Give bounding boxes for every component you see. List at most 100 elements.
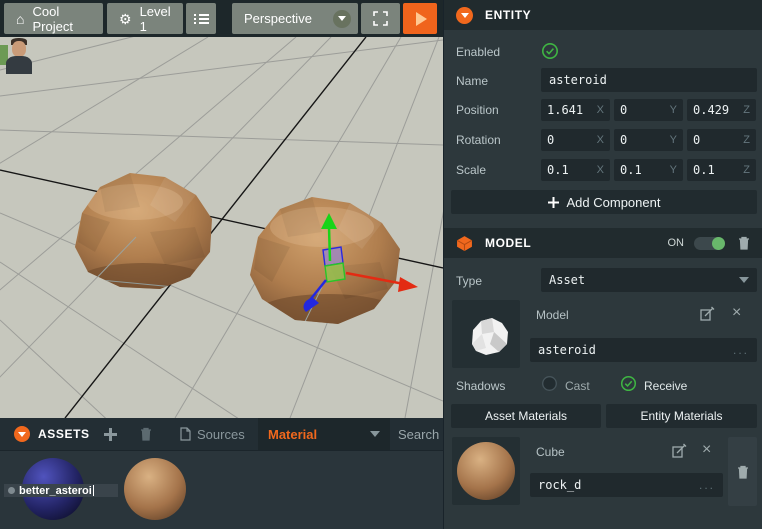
assets-panel-title: ASSETS — [38, 427, 90, 441]
rotation-x-input[interactable]: 0X — [541, 129, 610, 151]
axis-z-label: Z — [743, 164, 750, 176]
position-label: Position — [456, 103, 499, 117]
model-slot-label: Model — [536, 308, 569, 322]
play-icon — [416, 11, 427, 26]
enabled-checkbox[interactable] — [541, 42, 559, 60]
rotation-label: Rotation — [456, 133, 501, 147]
axis-z-label: Z — [743, 104, 750, 116]
chevron-down-icon — [333, 9, 351, 28]
inspector-panel: ENTITY Enabled Name asteroid Position 1.… — [443, 0, 762, 529]
material-thumbnail[interactable] — [452, 437, 520, 505]
model-asset-field[interactable]: asteroid ... — [530, 338, 757, 362]
gizmo-plane-handle-green[interactable] — [324, 262, 346, 283]
name-input[interactable]: asteroid — [541, 68, 757, 92]
camera-mode-dropdown[interactable]: Perspective — [232, 3, 358, 34]
position-y-value: 0 — [620, 103, 628, 117]
entity-materials-button[interactable]: Entity Materials — [606, 404, 757, 428]
on-label: ON — [667, 237, 685, 249]
model-section-header[interactable]: MODEL ON — [444, 228, 762, 258]
scale-y-input[interactable]: 0.1 Y — [614, 159, 683, 181]
rotation-z-value: 0 — [693, 133, 701, 147]
project-name: Cool Project — [32, 3, 73, 34]
chevron-down-icon — [370, 431, 380, 437]
rotation-y-value: 0 — [620, 133, 628, 147]
plus-icon — [104, 427, 117, 441]
asteroid-object-left[interactable] — [75, 173, 212, 299]
type-label: Type — [456, 274, 483, 288]
type-dropdown[interactable]: Asset — [541, 268, 757, 292]
axis-y-label: Y — [669, 134, 677, 146]
model-asset-thumbnail[interactable] — [452, 300, 520, 368]
entity-section-header[interactable]: ENTITY — [444, 0, 762, 30]
asset-search-input[interactable]: Search — [398, 418, 439, 450]
scene-settings-button[interactable]: ⚙ Level 1 — [107, 3, 183, 34]
asteroid-mesh-preview — [472, 318, 508, 355]
assets-panel: ASSETS Sources Material Search better_as… — [0, 418, 443, 529]
fullscreen-button[interactable] — [361, 3, 400, 34]
trash-icon — [141, 427, 151, 441]
asset-item-material-rock[interactable] — [124, 458, 186, 520]
cast-shadows-checkbox[interactable] — [541, 375, 558, 392]
trash-icon — [737, 465, 748, 479]
name-value: asteroid — [549, 73, 607, 87]
sources-label: Sources — [197, 426, 245, 442]
home-icon: ⌂ — [16, 10, 25, 27]
asset-rename-input[interactable]: better_asteroi — [4, 484, 118, 497]
axis-z-label: Z — [743, 134, 750, 146]
scene-render — [0, 0, 477, 529]
enabled-label: Enabled — [456, 45, 501, 59]
position-z-input[interactable]: 0.429 Z — [687, 99, 756, 121]
scale-x-input[interactable]: 0.1 X — [541, 159, 610, 181]
camera-mode-value: Perspective — [244, 11, 312, 26]
entity-section-title: ENTITY — [485, 8, 532, 22]
delete-component-icon[interactable] — [738, 236, 750, 250]
material-slot-label: Cube — [536, 445, 565, 459]
material-field[interactable]: rock_d ... — [530, 473, 723, 497]
hierarchy-list-button[interactable] — [186, 3, 216, 34]
add-asset-button[interactable] — [104, 418, 117, 450]
scale-x-value: 0.1 — [547, 163, 569, 177]
asset-filter-dropdown[interactable]: Material — [258, 418, 390, 450]
delete-asset-button[interactable] — [140, 418, 152, 450]
axis-y-label: Y — [669, 164, 677, 176]
position-x-input[interactable]: 1.641 X — [541, 99, 610, 121]
viewport-canvas[interactable] — [0, 0, 477, 529]
position-y-input[interactable]: 0Y — [614, 99, 683, 121]
position-x-value: 1.641 — [547, 103, 584, 117]
rotation-y-input[interactable]: 0Y — [614, 129, 683, 151]
collapse-chevron-icon[interactable] — [14, 418, 30, 450]
scale-y-value: 0.1 — [620, 163, 642, 177]
asset-materials-button[interactable]: Asset Materials — [451, 404, 601, 428]
axis-x-label: X — [596, 134, 604, 146]
browse-asset-button[interactable]: ... — [733, 343, 749, 357]
receive-label: Receive — [644, 379, 688, 393]
collapse-chevron-icon[interactable] — [456, 6, 473, 24]
scale-z-input[interactable]: 0.1 Z — [687, 159, 756, 181]
browse-material-button[interactable]: ... — [699, 478, 715, 492]
cube-icon — [456, 235, 473, 251]
scene-name: Level 1 — [139, 3, 171, 34]
clear-asset-icon[interactable]: × — [732, 305, 741, 321]
chevron-down-icon — [739, 277, 749, 283]
axis-x-label: X — [596, 164, 604, 176]
edit-material-icon[interactable] — [672, 443, 687, 458]
expand-icon — [373, 11, 388, 26]
sources-button[interactable]: Sources — [180, 418, 245, 450]
add-component-label: Add Component — [566, 194, 661, 210]
axis-x-label: X — [596, 104, 604, 116]
launch-play-button[interactable] — [403, 3, 437, 34]
plus-icon — [547, 196, 559, 208]
project-button[interactable]: ⌂ Cool Project — [4, 3, 103, 34]
clear-material-icon[interactable]: × — [702, 442, 711, 458]
edit-asset-icon[interactable] — [700, 306, 715, 321]
rotation-z-input[interactable]: 0Z — [687, 129, 756, 151]
delete-material-column[interactable] — [728, 437, 757, 506]
add-component-button[interactable]: Add Component — [451, 190, 757, 214]
model-enabled-toggle[interactable] — [694, 236, 725, 250]
receive-shadows-checkbox[interactable] — [620, 375, 637, 392]
gear-icon: ⚙ — [119, 10, 132, 27]
cast-label: Cast — [565, 379, 590, 393]
text-cursor — [92, 485, 94, 496]
document-icon — [180, 427, 191, 441]
entity-materials-label: Entity Materials — [640, 409, 723, 423]
